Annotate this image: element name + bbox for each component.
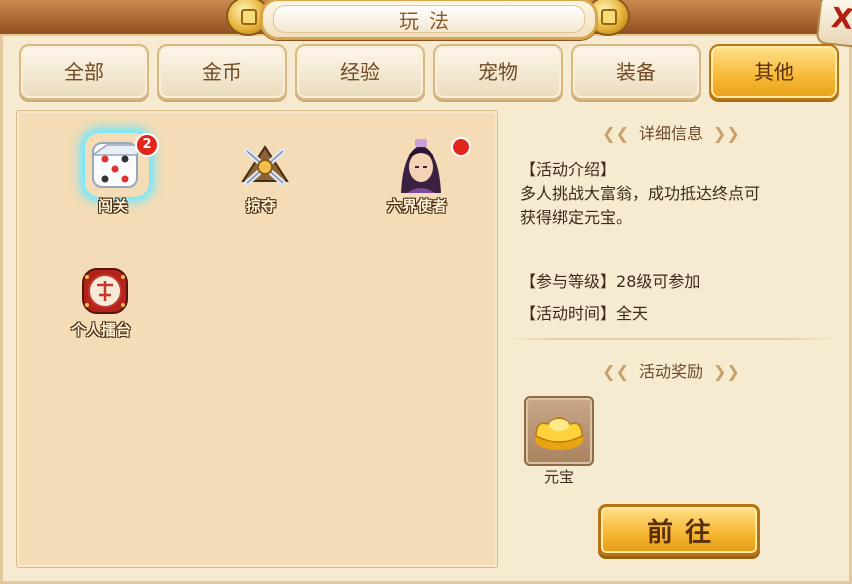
activity-label: 掠夺: [245, 197, 276, 215]
tab-gold[interactable]: 金币: [157, 44, 287, 100]
close-button[interactable]: X: [815, 0, 852, 49]
detail-panel: ❮❮ 详细信息 ❯❯ 【活动介绍】 多人挑战大富翁，成功抵达终点可 获得绑定元宝。 …: [506, 110, 836, 566]
intro-text-line-1: 多人挑战大富翁，成功抵达终点可: [520, 184, 761, 203]
reward-section-header: ❮❮ 活动奖励 ❯❯: [506, 358, 836, 382]
detail-header-text: 详细信息: [638, 124, 703, 143]
tab-pets[interactable]: 宠物: [433, 44, 563, 100]
section-divider: [506, 338, 836, 340]
activity-liujie-shizhe[interactable]: 六界使者: [369, 123, 471, 223]
activity-label: 六界使者: [386, 197, 447, 215]
reward-item-name: 元宝: [543, 468, 574, 486]
title-plate: 玩法: [260, 0, 598, 40]
ornament-left-icon: ❮❮: [602, 124, 629, 143]
window-title: 玩法: [399, 9, 459, 33]
intro-label: 【活动介绍】: [520, 160, 617, 179]
activity-lveduo[interactable]: 掠夺: [213, 123, 309, 223]
activity-chuangguan[interactable]: 闯关 2: [65, 123, 161, 223]
activity-personal-arena[interactable]: 个人擂台: [53, 247, 149, 347]
war-drum-icon: [73, 257, 137, 321]
crossed-swords-icon: [233, 133, 297, 197]
reward-item-slot[interactable]: [524, 396, 594, 466]
notification-dot-badge: [451, 137, 471, 157]
ornament-left-icon: ❮❮: [602, 362, 629, 381]
activity-time: 【活动时间】全天: [520, 302, 830, 326]
intro-text-line-2: 获得绑定元宝。: [520, 208, 633, 227]
ornament-right-icon: ❯❯: [713, 124, 740, 143]
notification-count-badge: 2: [135, 133, 159, 157]
reward-header-text: 活动奖励: [638, 362, 703, 381]
gold-ingot-icon: [535, 417, 583, 450]
time-label: 【活动时间】: [520, 304, 617, 323]
messenger-portrait-icon: [389, 133, 453, 197]
tab-all[interactable]: 全部: [19, 44, 149, 100]
level-requirement: 【参与等级】28级可参加: [520, 270, 830, 294]
category-tabs: 全部 金币 经验 宠物 装备 其他: [19, 44, 839, 100]
close-icon: X: [829, 0, 852, 37]
activity-label: 闯关: [97, 197, 128, 215]
tab-equipment[interactable]: 装备: [571, 44, 701, 100]
activity-list-panel: 闯关 2 掠夺 六界使者 个人擂台: [16, 110, 498, 568]
tab-other[interactable]: 其他: [709, 44, 839, 100]
ornament-right-icon: ❯❯: [713, 362, 740, 381]
detail-section-header: ❮❮ 详细信息 ❯❯: [506, 120, 836, 144]
tab-experience[interactable]: 经验: [295, 44, 425, 100]
level-label: 【参与等级】: [520, 272, 617, 291]
level-value: 28级可参加: [616, 272, 701, 291]
play-modes-window: 玩法 X 全部 金币 经验 宠物 装备 其他 闯关 2 掠夺 六界使者 个人擂台…: [0, 0, 852, 584]
time-value: 全天: [616, 304, 649, 323]
go-button[interactable]: 前往: [598, 504, 760, 556]
activity-label: 个人擂台: [70, 321, 131, 339]
